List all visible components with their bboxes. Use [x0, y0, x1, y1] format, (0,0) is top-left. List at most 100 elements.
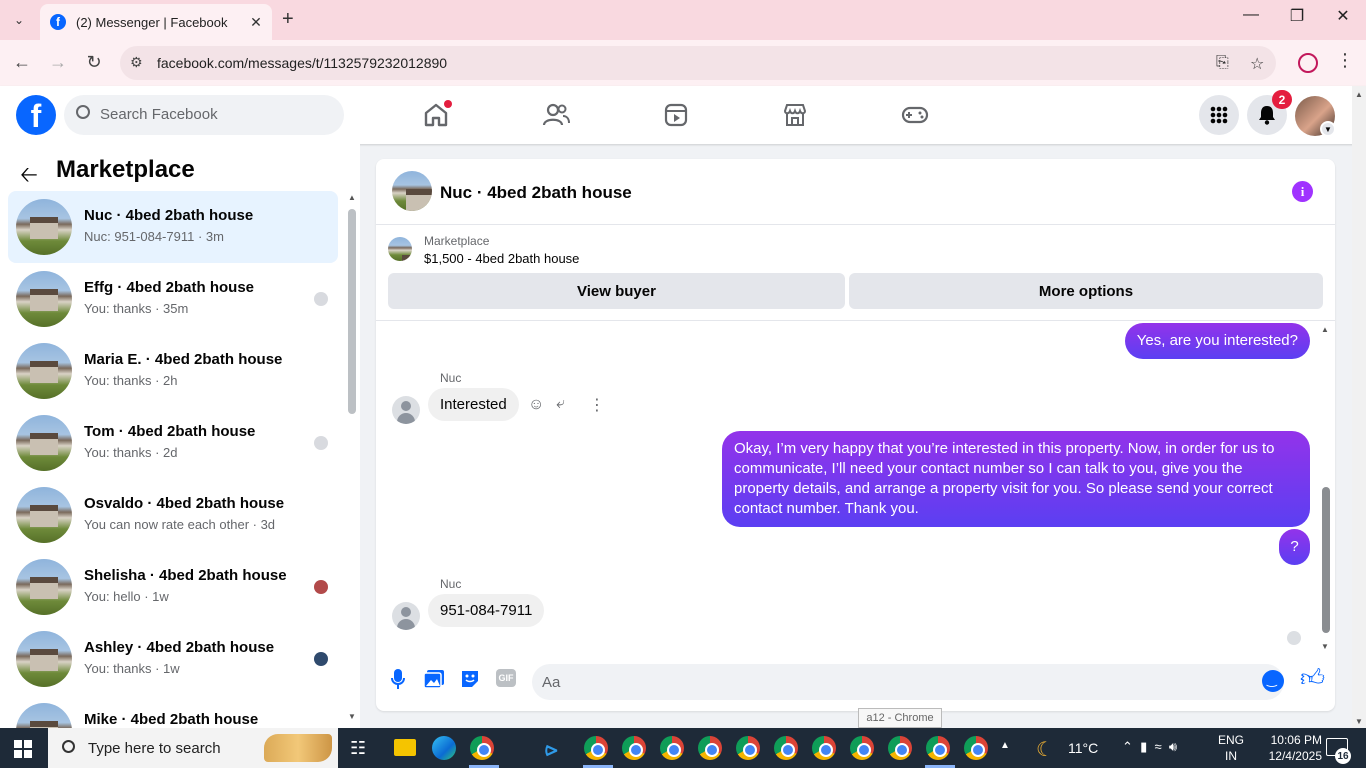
view-buyer-button[interactable]: View buyer: [388, 273, 845, 309]
taskbar-search[interactable]: Type here to search: [48, 728, 338, 768]
listing-thumbnail: [16, 343, 72, 399]
chat-panel: Nuc · 4bed 2bath house i Marketplace $1,…: [376, 159, 1335, 711]
chevron-down-icon[interactable]: ▼: [1320, 121, 1336, 137]
profile-icon[interactable]: [1298, 53, 1318, 73]
outgoing-message[interactable]: Okay, I’m very happy that you’re interes…: [722, 431, 1310, 527]
chrome-profile-icon[interactable]: [964, 736, 988, 760]
scroll-up-icon[interactable]: ▲: [1355, 90, 1363, 99]
conversation-item[interactable]: Tom · 4bed 2bath house You: thanks · 2d: [8, 407, 338, 479]
restore-icon[interactable]: ❐: [1282, 6, 1312, 26]
chrome-profile-icon[interactable]: [774, 736, 798, 760]
reply-icon[interactable]: ⤶: [556, 395, 565, 413]
sticker-icon[interactable]: [459, 668, 481, 690]
new-tab-icon[interactable]: +: [282, 8, 294, 31]
chrome-profile-icon[interactable]: [812, 736, 836, 760]
weather-moon-icon[interactable]: ☾: [1036, 737, 1054, 762]
conversation-item[interactable]: Shelisha · 4bed 2bath house You: hello ·…: [8, 551, 338, 623]
conversation-item[interactable]: Maria E. · 4bed 2bath house You: thanks …: [8, 335, 338, 407]
clock[interactable]: 10:06 PM 12/4/2025: [1262, 732, 1322, 764]
conversation-item[interactable]: Mike · 4bed 2bath house: [8, 695, 338, 731]
gif-icon[interactable]: GIF: [496, 669, 516, 687]
install-app-icon[interactable]: ⎘: [1216, 54, 1229, 72]
conversation-item[interactable]: Ashley · 4bed 2bath house You: thanks · …: [8, 623, 338, 695]
reload-icon[interactable]: ↻: [82, 52, 106, 73]
task-view-icon[interactable]: ☷: [350, 738, 366, 759]
conversation-list: Nuc · 4bed 2bath house Nuc: 951-084-7911…: [8, 191, 338, 731]
chrome-profile-icon[interactable]: [584, 736, 608, 760]
info-icon[interactable]: i: [1292, 181, 1313, 202]
chrome-profile-icon[interactable]: [926, 736, 950, 760]
search-highlight-image: [264, 734, 332, 762]
address-bar[interactable]: ⚙ facebook.com/messages/t/11325792320128…: [120, 46, 1276, 80]
chrome-menu-icon[interactable]: ⋮: [1336, 50, 1354, 71]
video-icon[interactable]: [661, 100, 691, 130]
outgoing-message[interactable]: Yes, are you interested?: [1124, 323, 1310, 359]
conversation-item[interactable]: Nuc · 4bed 2bath house Nuc: 951-084-7911…: [8, 191, 338, 263]
temperature[interactable]: 11°C: [1068, 740, 1098, 756]
marketplace-icon[interactable]: [780, 100, 810, 130]
search-placeholder[interactable]: Search Facebook: [100, 106, 218, 123]
menu-grid-icon[interactable]: [1199, 95, 1239, 135]
outgoing-message[interactable]: ?: [1279, 529, 1310, 565]
language-indicator[interactable]: ENG IN: [1218, 732, 1244, 764]
conversation-item[interactable]: Effg · 4bed 2bath house You: thanks · 35…: [8, 263, 338, 335]
more-actions-icon[interactable]: ⋮: [589, 395, 605, 415]
scroll-down-icon[interactable]: ▼: [348, 712, 356, 721]
scrollbar-thumb[interactable]: [1322, 487, 1330, 633]
chrome-profile-icon[interactable]: [888, 736, 912, 760]
scroll-up-icon[interactable]: ▲: [1321, 325, 1329, 334]
message-input[interactable]: [532, 664, 1284, 700]
emoji-icon[interactable]: [1262, 670, 1284, 692]
thumbs-up-icon[interactable]: 👍︎: [1300, 665, 1325, 693]
chrome-icon[interactable]: [470, 736, 494, 760]
clock-time: 10:06 PM: [1270, 733, 1322, 747]
tab-close-icon[interactable]: ✕: [246, 14, 266, 31]
scroll-down-icon[interactable]: ▼: [1321, 642, 1329, 651]
chat-title[interactable]: Nuc · 4bed 2bath house: [440, 183, 632, 203]
conversation-list-scrollbar[interactable]: ▲ ▼: [346, 191, 358, 721]
scrollbar-thumb[interactable]: [348, 209, 356, 414]
language-code: ENG: [1218, 733, 1245, 747]
incoming-message[interactable]: Interested: [428, 388, 519, 421]
scroll-up-icon[interactable]: ▲: [348, 193, 356, 202]
message-scrollbar[interactable]: ▲ ▼: [1320, 325, 1332, 651]
back-arrow-icon[interactable]: ←: [10, 52, 34, 73]
incoming-message[interactable]: 951-084-7911: [428, 594, 545, 627]
conversation-item[interactable]: Osvaldo · 4bed 2bath house You can now r…: [8, 479, 338, 551]
more-options-button[interactable]: More options: [849, 273, 1323, 309]
taskbar-search-placeholder[interactable]: Type here to search: [88, 740, 221, 757]
chrome-profile-icon[interactable]: [698, 736, 722, 760]
react-emoji-icon[interactable]: ☺: [528, 396, 544, 414]
listing-thumbnail[interactable]: [388, 237, 412, 261]
sender-avatar[interactable]: [392, 602, 420, 630]
chevron-up-icon[interactable]: ▲: [1000, 740, 1010, 751]
page-scrollbar[interactable]: ▲ ▼: [1352, 86, 1366, 728]
windows-start-icon[interactable]: [14, 740, 32, 758]
edge-browser-icon[interactable]: [432, 736, 456, 760]
photo-icon[interactable]: [423, 668, 445, 690]
chrome-profile-icon[interactable]: [736, 736, 760, 760]
facebook-search[interactable]: Search Facebook: [64, 95, 344, 135]
system-tray-icons[interactable]: ⌃ ▮ ≈ 🔊︎: [1122, 739, 1177, 755]
chrome-profile-icon[interactable]: [660, 736, 684, 760]
tab-search-button[interactable]: ⌄: [6, 8, 32, 32]
listing-thumbnail[interactable]: [392, 171, 432, 211]
sender-avatar[interactable]: [392, 396, 420, 424]
vscode-icon[interactable]: ⪧: [545, 736, 557, 762]
forward-arrow-icon[interactable]: →: [46, 52, 70, 73]
friends-icon[interactable]: [541, 100, 571, 130]
site-settings-icon[interactable]: ⚙: [130, 54, 143, 71]
window-close-icon[interactable]: ✕: [1328, 6, 1358, 26]
browser-tab[interactable]: f (2) Messenger | Facebook ✕: [40, 4, 272, 40]
listing-title[interactable]: $1,500 - 4bed 2bath house: [424, 251, 579, 266]
file-explorer-icon[interactable]: [394, 739, 416, 756]
chrome-profile-icon[interactable]: [622, 736, 646, 760]
microphone-icon[interactable]: [387, 668, 409, 690]
chrome-profile-icon[interactable]: [850, 736, 874, 760]
scroll-down-icon[interactable]: ▼: [1355, 717, 1363, 726]
facebook-logo-icon[interactable]: f: [16, 95, 56, 135]
bookmark-star-icon[interactable]: ☆: [1250, 54, 1264, 74]
url-text[interactable]: facebook.com/messages/t/1132579232012890: [157, 55, 447, 71]
gaming-icon[interactable]: [900, 100, 930, 130]
minimize-icon[interactable]: —: [1236, 6, 1266, 24]
